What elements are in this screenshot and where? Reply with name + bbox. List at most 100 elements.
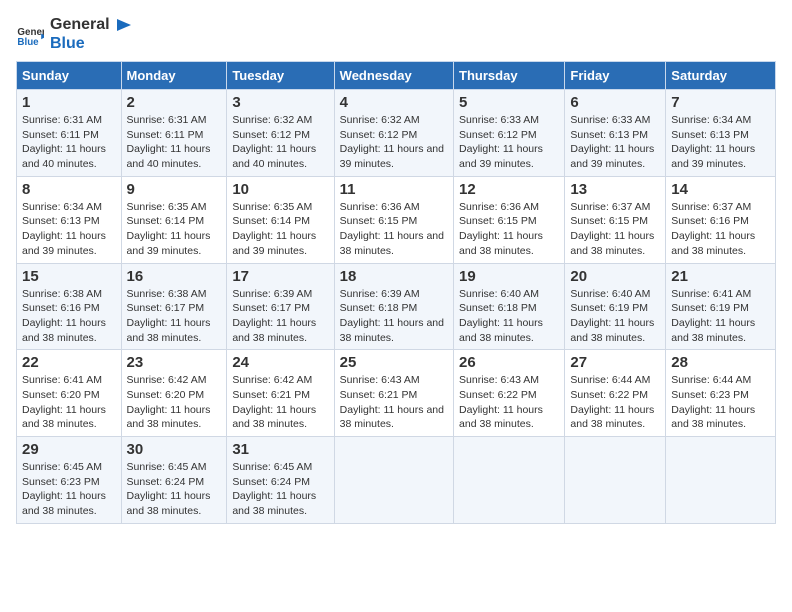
day-info: Sunrise: 6:31 AMSunset: 6:11 PMDaylight:… xyxy=(22,113,116,172)
calendar-cell: 19Sunrise: 6:40 AMSunset: 6:18 PMDayligh… xyxy=(454,263,565,350)
day-info: Sunrise: 6:45 AMSunset: 6:24 PMDaylight:… xyxy=(127,460,222,519)
calendar-cell: 21Sunrise: 6:41 AMSunset: 6:19 PMDayligh… xyxy=(666,263,776,350)
calendar-cell: 23 Sunrise: 6:42 AMSunset: 6:20 PMDayligh… xyxy=(121,350,227,437)
calendar-cell: 24 Sunrise: 6:42 AMSunset: 6:21 PMDayligh… xyxy=(227,350,334,437)
calendar-cell: 3 Sunrise: 6:32 AMSunset: 6:12 PMDaylight… xyxy=(227,90,334,177)
day-number: 6 xyxy=(570,94,660,111)
day-info: Sunrise: 6:37 AMSunset: 6:16 PMDaylight:… xyxy=(671,200,770,259)
day-number: 29 xyxy=(22,441,116,458)
day-info: Sunrise: 6:41 AMSunset: 6:20 PMDaylight:… xyxy=(22,373,116,432)
calendar-week-2: 8 Sunrise: 6:34 AMSunset: 6:13 PMDaylight… xyxy=(17,176,776,263)
calendar-cell: 10Sunrise: 6:35 AMSunset: 6:14 PMDayligh… xyxy=(227,176,334,263)
calendar-cell xyxy=(454,437,565,524)
day-number: 22 xyxy=(22,354,116,371)
logo-icon: General Blue xyxy=(16,21,44,49)
calendar-cell: 31Sunrise: 6:45 AMSunset: 6:24 PMDayligh… xyxy=(227,437,334,524)
day-info: Sunrise: 6:42 AMSunset: 6:20 PMDaylight:… xyxy=(127,373,222,432)
header-day-wednesday: Wednesday xyxy=(334,62,453,90)
day-info: Sunrise: 6:32 AMSunset: 6:12 PMDaylight:… xyxy=(340,113,448,172)
day-info: Sunrise: 6:34 AMSunset: 6:13 PMDaylight:… xyxy=(671,113,770,172)
calendar-cell: 30 Sunrise: 6:45 AMSunset: 6:24 PMDayligh… xyxy=(121,437,227,524)
header-day-friday: Friday xyxy=(565,62,666,90)
day-info: Sunrise: 6:43 AMSunset: 6:22 PMDaylight:… xyxy=(459,373,559,432)
calendar-cell xyxy=(666,437,776,524)
day-info: Sunrise: 6:40 AMSunset: 6:19 PMDaylight:… xyxy=(570,287,660,346)
calendar-week-1: 1 Sunrise: 6:31 AMSunset: 6:11 PMDaylight… xyxy=(17,90,776,177)
day-number: 19 xyxy=(459,268,559,285)
day-number: 1 xyxy=(22,94,116,111)
day-number: 14 xyxy=(671,181,770,198)
day-number: 26 xyxy=(459,354,559,371)
calendar-cell: 25 Sunrise: 6:43 AMSunset: 6:21 PMDayligh… xyxy=(334,350,453,437)
day-info: Sunrise: 6:35 AMSunset: 6:14 PMDaylight:… xyxy=(232,200,328,259)
calendar-cell: 5 Sunrise: 6:33 AMSunset: 6:12 PMDaylight… xyxy=(454,90,565,177)
logo-blue: Blue xyxy=(50,35,133,53)
calendar-cell: 7 Sunrise: 6:34 AMSunset: 6:13 PMDaylight… xyxy=(666,90,776,177)
calendar-cell: 2Sunrise: 6:31 AMSunset: 6:11 PMDaylight… xyxy=(121,90,227,177)
header-day-thursday: Thursday xyxy=(454,62,565,90)
day-info: Sunrise: 6:34 AMSunset: 6:13 PMDaylight:… xyxy=(22,200,116,259)
day-number: 3 xyxy=(232,94,328,111)
calendar-cell: 16 Sunrise: 6:38 AMSunset: 6:17 PMDayligh… xyxy=(121,263,227,350)
day-info: Sunrise: 6:36 AMSunset: 6:15 PMDaylight:… xyxy=(340,200,448,259)
day-info: Sunrise: 6:39 AMSunset: 6:17 PMDaylight:… xyxy=(232,287,328,346)
day-info: Sunrise: 6:35 AMSunset: 6:14 PMDaylight:… xyxy=(127,200,222,259)
calendar-body: 1 Sunrise: 6:31 AMSunset: 6:11 PMDaylight… xyxy=(17,90,776,524)
calendar-cell: 17 Sunrise: 6:39 AMSunset: 6:17 PMDayligh… xyxy=(227,263,334,350)
calendar-cell: 20 Sunrise: 6:40 AMSunset: 6:19 PMDayligh… xyxy=(565,263,666,350)
day-number: 8 xyxy=(22,181,116,198)
day-info: Sunrise: 6:43 AMSunset: 6:21 PMDaylight:… xyxy=(340,373,448,432)
calendar-cell: 28 Sunrise: 6:44 AMSunset: 6:23 PMDayligh… xyxy=(666,350,776,437)
day-number: 25 xyxy=(340,354,448,371)
day-info: Sunrise: 6:38 AMSunset: 6:17 PMDaylight:… xyxy=(127,287,222,346)
day-number: 23 xyxy=(127,354,222,371)
day-number: 20 xyxy=(570,268,660,285)
day-number: 17 xyxy=(232,268,328,285)
day-number: 18 xyxy=(340,268,448,285)
day-info: Sunrise: 6:44 AMSunset: 6:23 PMDaylight:… xyxy=(671,373,770,432)
day-info: Sunrise: 6:39 AMSunset: 6:18 PMDaylight:… xyxy=(340,287,448,346)
calendar-week-5: 29 Sunrise: 6:45 AMSunset: 6:23 PMDayligh… xyxy=(17,437,776,524)
calendar-cell: 6 Sunrise: 6:33 AMSunset: 6:13 PMDaylight… xyxy=(565,90,666,177)
header-day-saturday: Saturday xyxy=(666,62,776,90)
day-number: 13 xyxy=(570,181,660,198)
day-number: 30 xyxy=(127,441,222,458)
svg-text:Blue: Blue xyxy=(17,36,39,47)
day-info: Sunrise: 6:44 AMSunset: 6:22 PMDaylight:… xyxy=(570,373,660,432)
calendar-cell: 13 Sunrise: 6:37 AMSunset: 6:15 PMDayligh… xyxy=(565,176,666,263)
calendar-table: SundayMondayTuesdayWednesdayThursdayFrid… xyxy=(16,61,776,524)
day-number: 7 xyxy=(671,94,770,111)
day-info: Sunrise: 6:36 AMSunset: 6:15 PMDaylight:… xyxy=(459,200,559,259)
day-number: 21 xyxy=(671,268,770,285)
day-number: 4 xyxy=(340,94,448,111)
calendar-cell: 12Sunrise: 6:36 AMSunset: 6:15 PMDayligh… xyxy=(454,176,565,263)
header-day-monday: Monday xyxy=(121,62,227,90)
page-header: General Blue General Blue xyxy=(16,16,776,53)
day-number: 5 xyxy=(459,94,559,111)
day-number: 2 xyxy=(127,94,222,111)
day-number: 16 xyxy=(127,268,222,285)
calendar-cell: 22 Sunrise: 6:41 AMSunset: 6:20 PMDayligh… xyxy=(17,350,122,437)
header-day-tuesday: Tuesday xyxy=(227,62,334,90)
calendar-cell: 27Sunrise: 6:44 AMSunset: 6:22 PMDayligh… xyxy=(565,350,666,437)
header-day-sunday: Sunday xyxy=(17,62,122,90)
day-info: Sunrise: 6:37 AMSunset: 6:15 PMDaylight:… xyxy=(570,200,660,259)
day-info: Sunrise: 6:33 AMSunset: 6:12 PMDaylight:… xyxy=(459,113,559,172)
day-info: Sunrise: 6:42 AMSunset: 6:21 PMDaylight:… xyxy=(232,373,328,432)
logo-arrow-icon xyxy=(115,16,133,34)
calendar-cell: 14 Sunrise: 6:37 AMSunset: 6:16 PMDayligh… xyxy=(666,176,776,263)
calendar-cell xyxy=(565,437,666,524)
calendar-cell xyxy=(334,437,453,524)
calendar-cell: 26 Sunrise: 6:43 AMSunset: 6:22 PMDayligh… xyxy=(454,350,565,437)
day-number: 15 xyxy=(22,268,116,285)
day-number: 24 xyxy=(232,354,328,371)
calendar-week-4: 22 Sunrise: 6:41 AMSunset: 6:20 PMDayligh… xyxy=(17,350,776,437)
day-info: Sunrise: 6:33 AMSunset: 6:13 PMDaylight:… xyxy=(570,113,660,172)
day-info: Sunrise: 6:45 AMSunset: 6:23 PMDaylight:… xyxy=(22,460,116,519)
calendar-cell: 29 Sunrise: 6:45 AMSunset: 6:23 PMDayligh… xyxy=(17,437,122,524)
day-info: Sunrise: 6:32 AMSunset: 6:12 PMDaylight:… xyxy=(232,113,328,172)
calendar-cell: 1 Sunrise: 6:31 AMSunset: 6:11 PMDaylight… xyxy=(17,90,122,177)
day-number: 31 xyxy=(232,441,328,458)
calendar-cell: 4 Sunrise: 6:32 AMSunset: 6:12 PMDaylight… xyxy=(334,90,453,177)
day-number: 28 xyxy=(671,354,770,371)
